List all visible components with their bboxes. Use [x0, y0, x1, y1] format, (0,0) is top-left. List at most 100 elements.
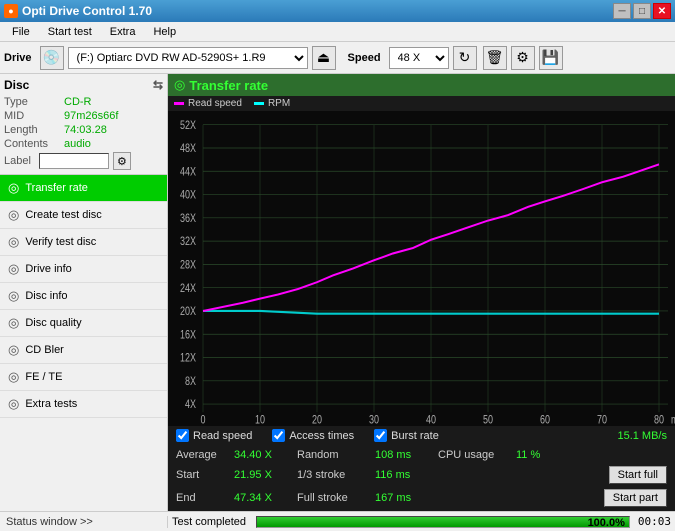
status-right: Test completed 100.0% 00:03 — [168, 515, 675, 528]
eject-button[interactable]: ⏏ — [312, 46, 336, 70]
contents-label: Contents — [4, 138, 64, 150]
svg-text:24X: 24X — [180, 282, 196, 296]
nav-drive-info-label: Drive info — [25, 263, 71, 275]
disc-quality-icon: ◎ — [8, 315, 19, 331]
nav-fe-te[interactable]: ◎ FE / TE — [0, 364, 167, 391]
maximize-button[interactable]: □ — [633, 3, 651, 19]
checkbox-access-times[interactable]: Access times — [272, 429, 354, 442]
svg-text:44X: 44X — [180, 165, 196, 179]
start-full-button[interactable]: Start full — [609, 466, 667, 484]
stats-row-average: Average 34.40 X Random 108 ms CPU usage … — [176, 447, 667, 463]
menu-extra[interactable]: Extra — [102, 24, 144, 40]
stroke13-value: 116 ms — [375, 469, 430, 481]
menu-start-test[interactable]: Start test — [40, 24, 100, 40]
extra-tests-icon: ◎ — [8, 396, 19, 412]
title-bar: ● Opti Drive Control 1.70 ─ □ ✕ — [0, 0, 675, 22]
rpm-color — [254, 102, 264, 105]
svg-text:16X: 16X — [180, 328, 196, 342]
close-button[interactable]: ✕ — [653, 3, 671, 19]
read-speed-checkbox[interactable] — [176, 429, 189, 442]
menu-file[interactable]: File — [4, 24, 38, 40]
menu-help[interactable]: Help — [145, 24, 184, 40]
svg-text:0: 0 — [200, 413, 205, 426]
right-panel: ◎ Transfer rate Read speed RPM — [168, 74, 675, 511]
app-icon: ● — [4, 4, 18, 18]
fe-te-icon: ◎ — [8, 369, 19, 385]
nav-section: ◎ Transfer rate ◎ Create test disc ◎ Ver… — [0, 175, 167, 511]
contents-value: audio — [64, 138, 91, 150]
svg-text:12X: 12X — [180, 351, 196, 365]
start-part-button[interactable]: Start part — [604, 489, 667, 507]
sidebar: Disc ⇆ Type CD-R MID 97m26s66f Length 74… — [0, 74, 168, 511]
status-window-label[interactable]: Status window >> — [6, 516, 93, 528]
svg-text:20: 20 — [312, 413, 322, 426]
disc-section: Disc ⇆ Type CD-R MID 97m26s66f Length 74… — [0, 74, 167, 175]
nav-disc-quality[interactable]: ◎ Disc quality — [0, 310, 167, 337]
status-window-section: Status window >> — [0, 516, 168, 528]
legend-rpm-label: RPM — [268, 98, 290, 109]
checkbox-burst-rate[interactable]: Burst rate — [374, 429, 439, 442]
svg-text:40X: 40X — [180, 188, 196, 202]
start-label: Start — [176, 469, 226, 481]
menu-bar: File Start test Extra Help — [0, 22, 675, 42]
nav-transfer-rate[interactable]: ◎ Transfer rate — [0, 175, 167, 202]
full-stroke-value: 167 ms — [375, 492, 430, 504]
nav-verify-test-disc[interactable]: ◎ Verify test disc — [0, 229, 167, 256]
minimize-button[interactable]: ─ — [613, 3, 631, 19]
drive-select[interactable]: (F:) Optiarc DVD RW AD-5290S+ 1.R9 — [68, 47, 308, 69]
nav-disc-info[interactable]: ◎ Disc info — [0, 283, 167, 310]
burst-rate-checkbox[interactable] — [374, 429, 387, 442]
disc-arrow-icon[interactable]: ⇆ — [153, 78, 163, 92]
nav-cd-bler-label: CD Bler — [25, 344, 64, 356]
nav-transfer-rate-label: Transfer rate — [25, 182, 88, 194]
svg-text:60: 60 — [540, 413, 550, 426]
stats-row-end: End 47.34 X Full stroke 167 ms Start par… — [176, 487, 667, 509]
average-value: 34.40 X — [234, 449, 289, 461]
progress-bar-fill — [257, 517, 629, 527]
speed-label: Speed — [348, 52, 381, 64]
nav-drive-info[interactable]: ◎ Drive info — [0, 256, 167, 283]
label-label: Label — [4, 155, 31, 167]
label-input[interactable] — [39, 153, 109, 169]
erase-button[interactable]: 🗑 — [483, 46, 507, 70]
end-label: End — [176, 492, 226, 504]
nav-fe-te-label: FE / TE — [25, 371, 62, 383]
disc-header-label: Disc — [4, 78, 29, 92]
svg-text:28X: 28X — [180, 258, 196, 272]
drive-label: Drive — [4, 52, 32, 64]
cpu-label: CPU usage — [438, 449, 508, 461]
nav-extra-tests-label: Extra tests — [25, 398, 77, 410]
speed-select[interactable]: 48 X — [389, 47, 449, 69]
checkbox-read-speed[interactable]: Read speed — [176, 429, 252, 442]
length-value: 74:03.28 — [64, 124, 107, 136]
transfer-rate-icon: ◎ — [8, 180, 19, 196]
nav-create-test-disc[interactable]: ◎ Create test disc — [0, 202, 167, 229]
nav-extra-tests[interactable]: ◎ Extra tests — [0, 391, 167, 418]
create-disc-icon: ◎ — [8, 207, 19, 223]
burst-rate-cb-label: Burst rate — [391, 430, 439, 442]
stats-row-start: Start 21.95 X 1/3 stroke 116 ms Start fu… — [176, 464, 667, 486]
nav-disc-info-label: Disc info — [25, 290, 67, 302]
checkboxes-row: Read speed Access times Burst rate 15.1 … — [168, 426, 675, 445]
svg-text:30: 30 — [369, 413, 379, 426]
average-label: Average — [176, 449, 226, 461]
nav-cd-bler[interactable]: ◎ CD Bler — [0, 337, 167, 364]
save-button[interactable]: 💾 — [539, 46, 563, 70]
access-times-checkbox[interactable] — [272, 429, 285, 442]
label-settings-icon[interactable]: ⚙ — [113, 152, 131, 170]
mid-label: MID — [4, 110, 64, 122]
chart-icon: ◎ — [174, 77, 185, 93]
chart-area: 52X 48X 44X 40X 36X 32X 28X 24X 20X 16X … — [168, 111, 675, 426]
status-completed-label: Test completed — [172, 516, 246, 528]
end-value: 47.34 X — [234, 492, 289, 504]
refresh-button[interactable]: ↻ — [453, 46, 477, 70]
svg-text:80: 80 — [654, 413, 664, 426]
legend-rpm: RPM — [254, 98, 290, 109]
settings-button[interactable]: ⚙ — [511, 46, 535, 70]
svg-text:20X: 20X — [180, 305, 196, 319]
stroke13-label: 1/3 stroke — [297, 469, 367, 481]
svg-text:32X: 32X — [180, 235, 196, 249]
progress-text: 100.0% — [588, 517, 625, 528]
timer: 00:03 — [638, 515, 671, 528]
cd-bler-icon: ◎ — [8, 342, 19, 358]
